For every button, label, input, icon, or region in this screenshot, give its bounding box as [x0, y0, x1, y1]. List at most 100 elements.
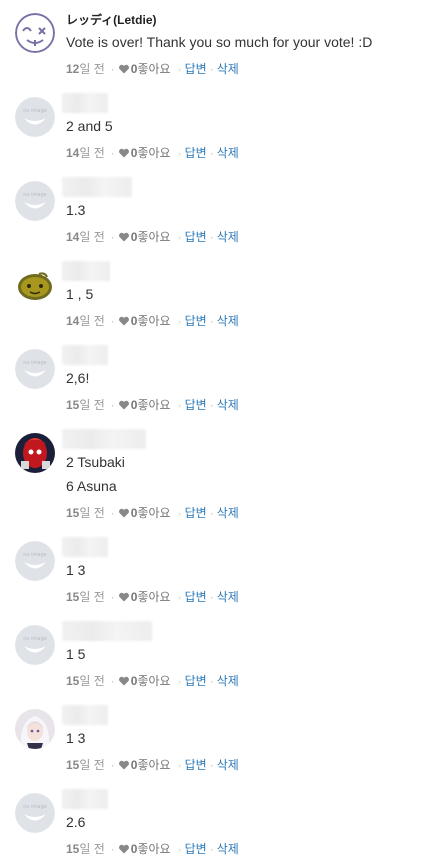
- delete-link[interactable]: 삭제: [217, 672, 239, 689]
- reply-link[interactable]: 답변: [185, 312, 207, 329]
- delete-link[interactable]: 삭제: [217, 228, 239, 245]
- days-ago: 15: [66, 757, 80, 772]
- time-suffix: 일 전: [79, 314, 105, 328]
- svg-text:no image: no image: [23, 552, 46, 558]
- comment-text: 2.6: [66, 814, 86, 830]
- heart-icon[interactable]: [118, 591, 130, 603]
- heart-icon[interactable]: [118, 507, 130, 519]
- separator: ·: [110, 673, 115, 688]
- reply-link[interactable]: 답변: [185, 396, 207, 413]
- separator: ·: [209, 841, 214, 856]
- delete-link[interactable]: 삭제: [217, 504, 239, 521]
- heart-icon[interactable]: [118, 63, 130, 75]
- delete-link[interactable]: 삭제: [217, 312, 239, 329]
- separator: ·: [177, 841, 182, 856]
- separator: ·: [110, 841, 115, 856]
- comment-text: 1 , 5: [66, 286, 94, 302]
- author-name-redacted: [62, 429, 146, 449]
- comment-item: 2 Tsubaki 6 Asuna 15 일 전 · 0 좋아요 · 답변 · 삭제: [0, 420, 442, 528]
- heart-icon[interactable]: [118, 675, 130, 687]
- separator: ·: [110, 61, 115, 76]
- time-suffix: 일 전: [79, 398, 105, 412]
- separator: ·: [177, 397, 182, 412]
- comment-list: レッディ(Letdie) Vote is over! Thank you so m…: [0, 0, 442, 863]
- comment-item: no image 2,6! 15 일 전 · 0 좋아요 · 답변 · 삭제: [0, 336, 442, 420]
- reply-link[interactable]: 답변: [185, 756, 207, 773]
- like-label[interactable]: 좋아요: [137, 588, 170, 605]
- author-name[interactable]: レッディ(Letdie): [66, 11, 157, 28]
- separator: ·: [177, 757, 182, 772]
- author-name-redacted: [62, 177, 132, 197]
- like-label[interactable]: 좋아요: [137, 312, 170, 329]
- like-count: 0: [130, 61, 138, 76]
- separator: ·: [177, 229, 182, 244]
- avatar[interactable]: [15, 265, 55, 305]
- delete-link[interactable]: 삭제: [217, 396, 239, 413]
- separator: ·: [209, 61, 214, 76]
- like-label[interactable]: 좋아요: [137, 396, 170, 413]
- delete-link[interactable]: 삭제: [217, 588, 239, 605]
- comment-text: 2,6!: [66, 370, 90, 386]
- time-suffix: 일 전: [79, 62, 105, 76]
- comment-meta: 14 일 전 · 0 좋아요 · 답변 · 삭제: [66, 228, 239, 245]
- author-name-redacted: [62, 705, 108, 725]
- separator: ·: [209, 229, 214, 244]
- separator: ·: [209, 145, 214, 160]
- comment-item: レッディ(Letdie) Vote is over! Thank you so m…: [0, 0, 442, 84]
- avatar[interactable]: no image: [15, 793, 55, 833]
- avatar[interactable]: no image: [15, 349, 55, 389]
- separator: ·: [209, 505, 214, 520]
- time-suffix: 일 전: [79, 674, 105, 688]
- like-count: 0: [130, 505, 138, 520]
- delete-link[interactable]: 삭제: [217, 60, 239, 77]
- avatar[interactable]: [15, 433, 55, 473]
- days-ago: 14: [66, 229, 80, 244]
- comment-text: 1 5: [66, 646, 86, 662]
- like-count: 0: [130, 229, 138, 244]
- separator: ·: [209, 757, 214, 772]
- svg-text:no image: no image: [23, 636, 46, 642]
- heart-icon[interactable]: [118, 147, 130, 159]
- like-count: 0: [130, 757, 138, 772]
- days-ago: 15: [66, 589, 80, 604]
- heart-icon[interactable]: [118, 759, 130, 771]
- like-count: 0: [130, 313, 138, 328]
- reply-link[interactable]: 답변: [185, 144, 207, 161]
- reply-link[interactable]: 답변: [185, 588, 207, 605]
- like-label[interactable]: 좋아요: [137, 144, 170, 161]
- reply-link[interactable]: 답변: [185, 504, 207, 521]
- separator: ·: [177, 145, 182, 160]
- heart-icon[interactable]: [118, 315, 130, 327]
- time-suffix: 일 전: [79, 506, 105, 520]
- comment-meta: 12 일 전 · 0 좋아요 · 답변 · 삭제: [66, 60, 239, 77]
- like-label[interactable]: 좋아요: [137, 840, 170, 857]
- heart-icon[interactable]: [118, 399, 130, 411]
- avatar[interactable]: [15, 709, 55, 749]
- like-label[interactable]: 좋아요: [137, 228, 170, 245]
- like-label[interactable]: 좋아요: [137, 60, 170, 77]
- like-label[interactable]: 좋아요: [137, 504, 170, 521]
- separator: ·: [110, 757, 115, 772]
- separator: ·: [209, 673, 214, 688]
- avatar[interactable]: no image: [15, 97, 55, 137]
- days-ago: 14: [66, 145, 80, 160]
- delete-link[interactable]: 삭제: [217, 144, 239, 161]
- separator: ·: [177, 61, 182, 76]
- reply-link[interactable]: 답변: [185, 60, 207, 77]
- avatar[interactable]: [15, 13, 55, 53]
- heart-icon[interactable]: [118, 843, 130, 855]
- separator: ·: [177, 313, 182, 328]
- delete-link[interactable]: 삭제: [217, 840, 239, 857]
- author-name-redacted: [62, 345, 108, 365]
- like-label[interactable]: 좋아요: [137, 672, 170, 689]
- delete-link[interactable]: 삭제: [217, 756, 239, 773]
- avatar[interactable]: no image: [15, 181, 55, 221]
- avatar[interactable]: no image: [15, 625, 55, 665]
- heart-icon[interactable]: [118, 231, 130, 243]
- author-name-redacted: [62, 789, 108, 809]
- like-label[interactable]: 좋아요: [137, 756, 170, 773]
- reply-link[interactable]: 답변: [185, 228, 207, 245]
- reply-link[interactable]: 답변: [185, 840, 207, 857]
- reply-link[interactable]: 답변: [185, 672, 207, 689]
- avatar[interactable]: no image: [15, 541, 55, 581]
